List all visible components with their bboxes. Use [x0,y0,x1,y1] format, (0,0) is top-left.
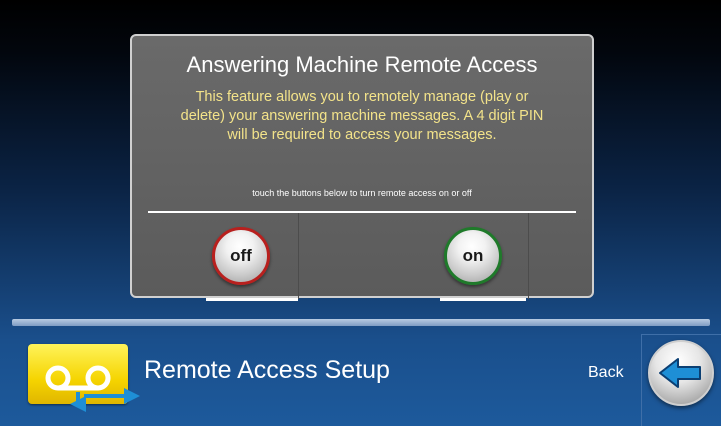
button-separator [528,213,529,299]
page-title: Remote Access Setup [144,356,390,384]
off-button[interactable]: off [212,227,270,285]
button-separator [298,213,299,299]
voicemail-remote-icon [28,344,140,412]
off-selection-underline [206,298,298,301]
back-label[interactable]: Back [588,364,624,382]
on-button[interactable]: on [444,227,502,285]
dialog-description: This feature allows you to remotely mana… [180,89,544,143]
on-button-label: on [462,246,484,265]
voicemail-remote-icon-graphic [45,365,140,412]
on-selection-underline [440,298,526,301]
arrow-left-icon [659,358,701,388]
off-button-label: off [230,246,252,265]
remote-access-dialog: Answering Machine Remote Access This fea… [130,34,594,301]
back-button[interactable] [648,340,714,406]
dialog-hint: touch the buttons below to turn remote a… [252,188,472,198]
footer-separator-bar [12,319,710,326]
dialog-divider [148,211,576,213]
dialog-title: Answering Machine Remote Access [186,52,538,77]
